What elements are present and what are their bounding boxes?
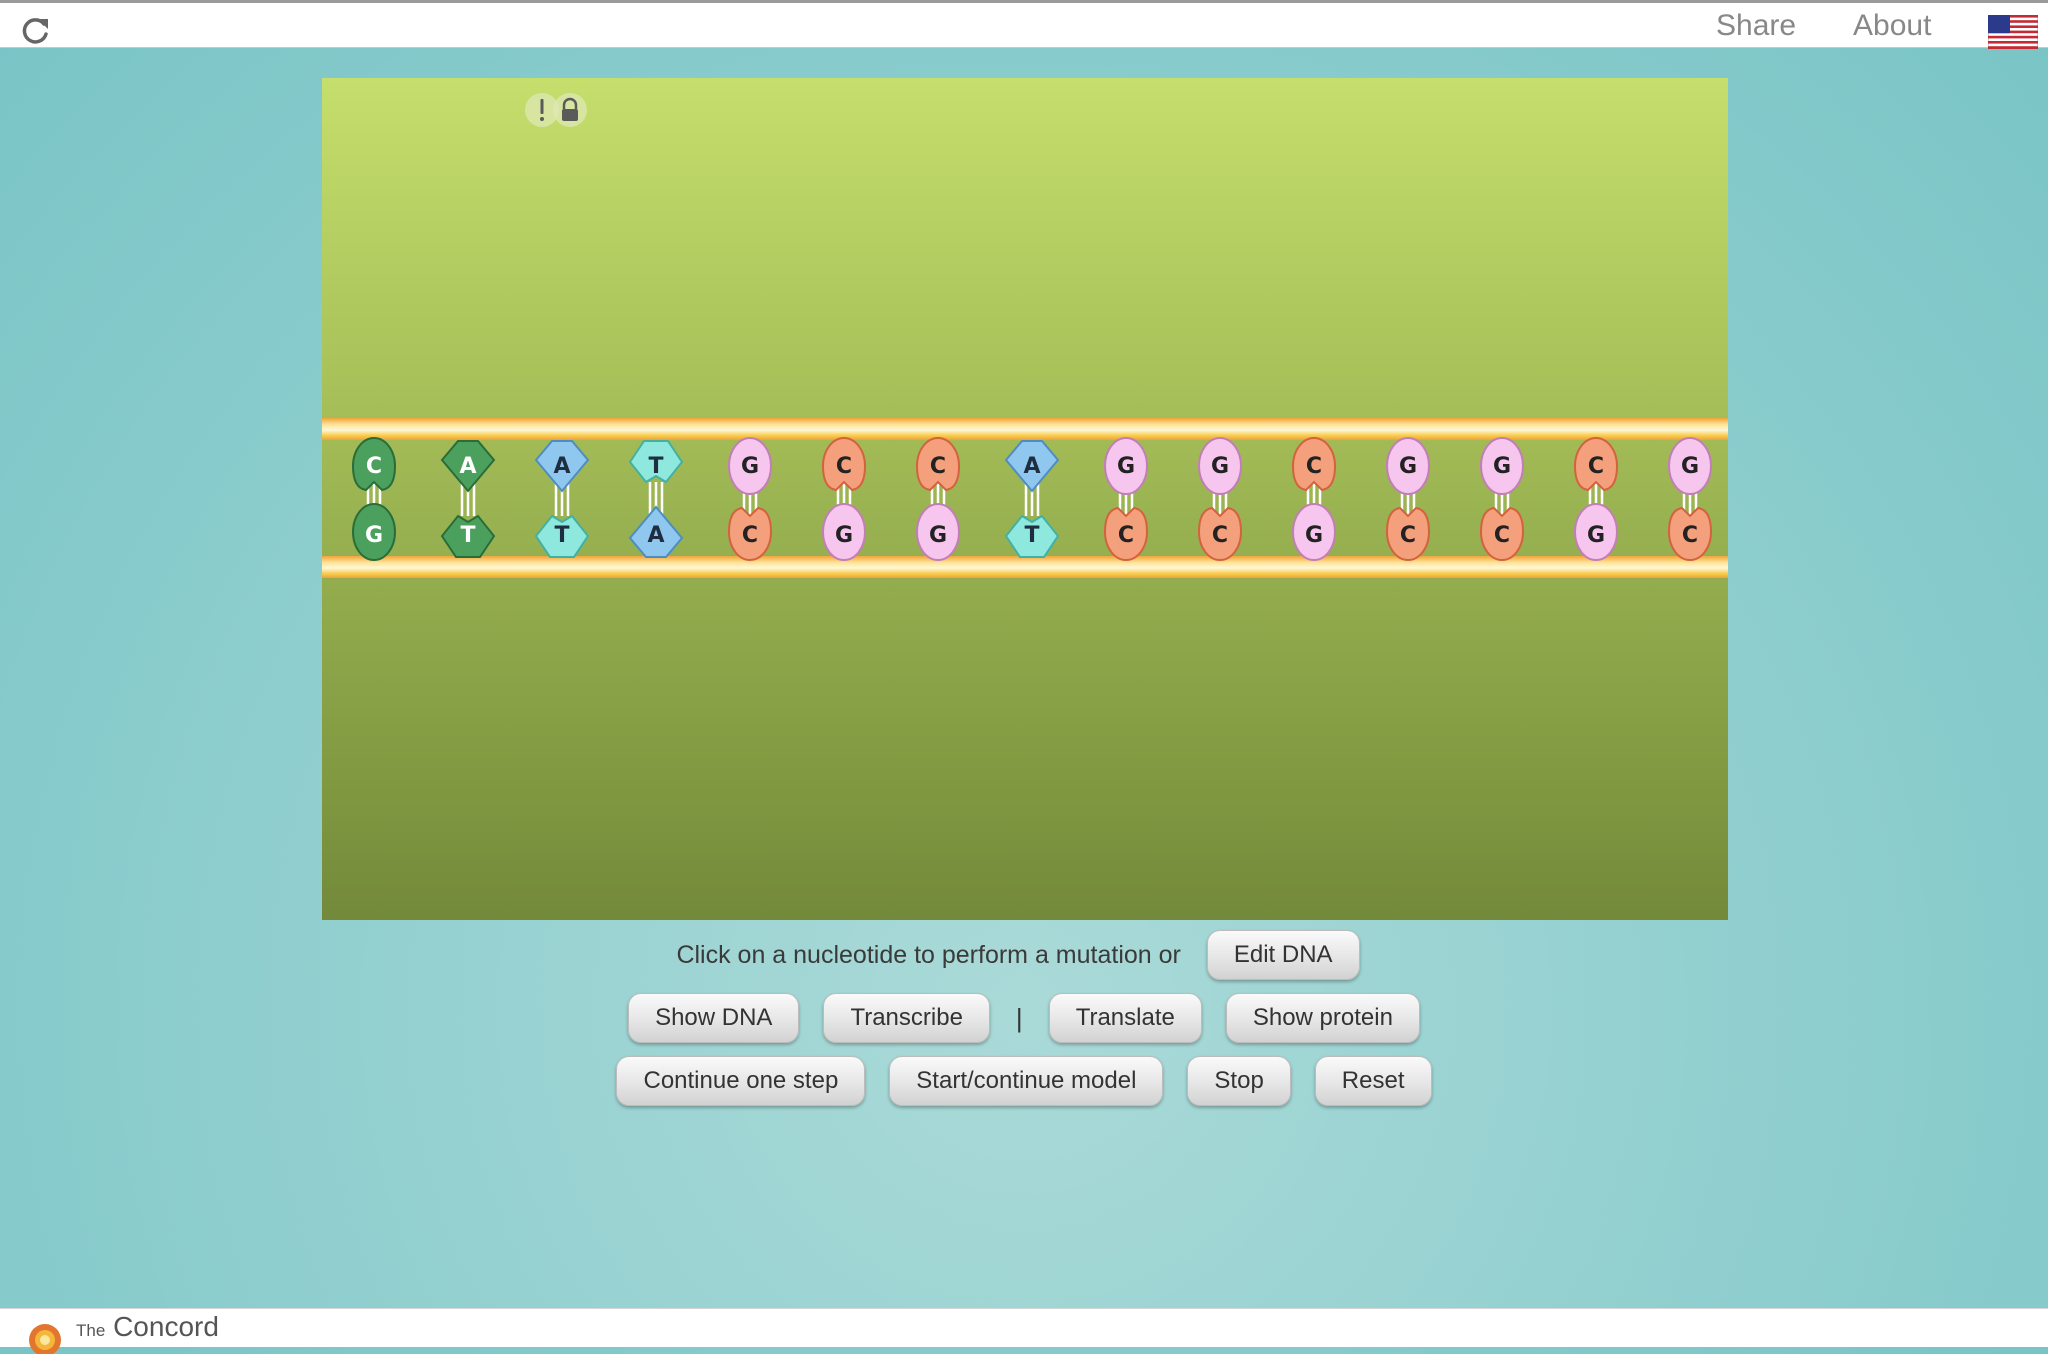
nucleotide-top-12-label: G [1399,454,1417,479]
nucleotide-bottom-11-label: G [1305,523,1323,548]
show-protein-button[interactable]: Show protein [1225,993,1420,1043]
nucleotide-top-10-label: G [1211,454,1229,479]
nucleotide-top-4-label: T [648,454,663,479]
nucleotide-bottom-8-label: T [1024,523,1039,548]
nucleotide-top-8[interactable]: A [1004,440,1060,493]
footer-brand[interactable]: The Concord [76,1311,219,1343]
nucleotide-bottom-10-label: C [1212,523,1228,548]
nucleotide-bottom-13-label: C [1494,523,1510,548]
lock-icon[interactable] [553,93,587,127]
us-flag-icon[interactable] [1988,15,2038,49]
nucleotide-bottom-2[interactable]: T [440,514,496,558]
nucleotide-bottom-5[interactable]: C [727,506,773,561]
nucleotide-bottom-5-label: C [742,523,758,548]
footer: The Concord [0,1308,2048,1354]
nucleotide-top-2[interactable]: A [440,440,496,493]
bottom-backbone [322,556,1728,578]
nucleotide-top-6-label: C [836,454,852,479]
nucleotide-top-9-label: G [1117,454,1135,479]
show-dna-button[interactable]: Show DNA [628,993,800,1043]
nucleotide-bottom-11[interactable]: G [1292,503,1336,561]
start-continue-model-button[interactable]: Start/continue model [889,1056,1164,1106]
transcribe-button[interactable]: Transcribe [823,993,990,1043]
nucleotide-bottom-6-label: G [835,523,853,548]
top-bar: Share About [0,0,2048,49]
model-controls [525,93,587,127]
reload-icon[interactable] [18,15,52,49]
brand-name: Concord [113,1311,219,1342]
nucleotide-top-4[interactable]: T [628,440,684,484]
edit-dna-button[interactable]: Edit DNA [1206,930,1360,980]
nucleotide-bottom-8[interactable]: T [1004,514,1060,558]
nucleotide-top-2-label: A [459,454,476,479]
nucleotide-bottom-1-label: G [365,523,383,548]
nucleotide-bottom-12-label: C [1400,523,1416,548]
nucleotide-top-11-label: C [1306,454,1322,479]
nucleotide-top-14[interactable]: C [1573,437,1619,492]
nucleotide-top-14-label: C [1588,454,1604,479]
nucleotide-top-1-label: C [366,454,382,479]
nucleotide-bottom-4[interactable]: A [628,505,684,558]
nucleotide-bottom-6[interactable]: G [822,503,866,561]
nucleotide-top-15[interactable]: G [1668,437,1712,495]
button-separator: | [1015,1002,1023,1033]
nucleotide-top-8-label: A [1023,454,1040,479]
nucleotide-top-15-label: G [1681,454,1699,479]
nucleotide-top-1[interactable]: C [351,437,397,492]
nucleotide-bottom-9[interactable]: C [1103,506,1149,561]
nucleotide-top-7-label: C [930,454,946,479]
nucleotide-bottom-10[interactable]: C [1197,506,1243,561]
nucleotide-bottom-2-label: T [460,523,475,548]
nucleotide-bottom-7-label: G [929,523,947,548]
nucleotide-bottom-15-label: C [1682,523,1698,548]
nucleotide-top-9[interactable]: G [1104,437,1148,495]
nucleotide-top-5-label: G [741,454,759,479]
translate-button[interactable]: Translate [1048,993,1202,1043]
nucleotide-bottom-3-label: T [554,523,569,548]
nucleotide-top-13[interactable]: G [1480,437,1524,495]
nucleotide-bottom-14[interactable]: G [1574,503,1618,561]
brand-prefix: The [76,1321,106,1340]
nucleotide-top-3-label: A [553,454,570,479]
nucleotide-top-5[interactable]: G [728,437,772,495]
dna-double-helix[interactable]: C G A T A T T A G C C G C G A T G C G C C G G C G C C G G C [322,410,1728,590]
about-link[interactable]: About [1853,9,1931,43]
nucleotide-bottom-13[interactable]: C [1479,506,1525,561]
nucleotide-top-11[interactable]: C [1291,437,1337,492]
nucleotide-bottom-4-label: A [647,523,664,548]
nucleotide-top-10[interactable]: G [1198,437,1242,495]
mutation-prompt: Click on a nucleotide to perform a mutat… [676,940,1181,969]
nucleotide-top-12[interactable]: G [1386,437,1430,495]
nucleotide-bottom-9-label: C [1118,523,1134,548]
nucleotide-bottom-3[interactable]: T [534,514,590,558]
concord-logo-icon[interactable] [18,1314,72,1354]
nucleotide-top-3[interactable]: A [534,440,590,493]
nucleotide-bottom-15[interactable]: C [1667,506,1713,561]
continue-one-step-button[interactable]: Continue one step [616,1056,866,1106]
share-link[interactable]: Share [1716,9,1796,43]
reset-button[interactable]: Reset [1314,1056,1432,1106]
nucleotide-bottom-12[interactable]: C [1385,506,1431,561]
nucleotide-top-6[interactable]: C [821,437,867,492]
nucleotide-bottom-14-label: G [1587,523,1605,548]
top-backbone [322,418,1728,440]
stop-button[interactable]: Stop [1187,1056,1291,1106]
nucleotide-top-7[interactable]: C [915,437,961,492]
nucleotide-bottom-7[interactable]: G [916,503,960,561]
nucleotide-top-13-label: G [1493,454,1511,479]
nucleotide-bottom-1[interactable]: G [352,503,396,561]
